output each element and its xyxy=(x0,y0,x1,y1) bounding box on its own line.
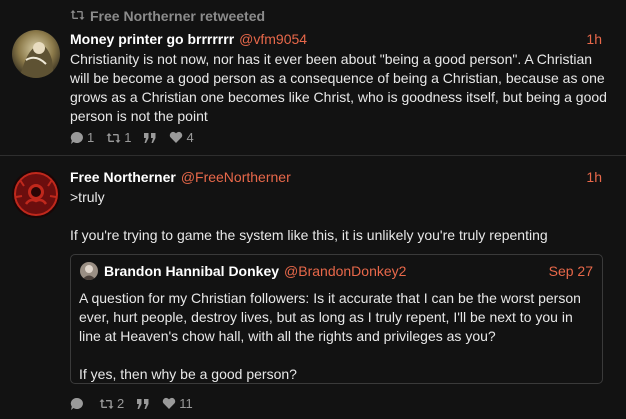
tweet-text: Christianity is not now, nor has it ever… xyxy=(70,51,611,124)
heart-icon xyxy=(162,397,176,410)
quoted-tweet[interactable]: Brandon Hannibal Donkey @BrandonDonkey2 … xyxy=(70,254,603,384)
tweet-divider xyxy=(0,155,626,156)
reply-icon xyxy=(70,131,84,145)
retweet-count: 2 xyxy=(117,396,125,411)
reply-icon xyxy=(70,397,84,411)
author-handle[interactable]: @FreeNortherner xyxy=(181,169,291,185)
avatar[interactable] xyxy=(12,30,60,78)
quote-icon xyxy=(143,132,157,144)
heart-icon xyxy=(169,131,183,144)
retweet-icon xyxy=(106,132,121,144)
quoted-header: Brandon Hannibal Donkey @BrandonDonkey2 xyxy=(104,263,406,279)
retweet-banner[interactable]: Free Northerner retweeted xyxy=(70,8,265,24)
like-count: 11 xyxy=(179,396,193,411)
author-handle[interactable]: @vfm9054 xyxy=(239,31,307,47)
reply-button[interactable] xyxy=(70,397,87,411)
author-name[interactable]: Money printer go brrrrrrr xyxy=(70,31,234,47)
like-button[interactable]: 4 xyxy=(169,130,194,145)
quoted-avatar[interactable] xyxy=(80,262,98,280)
tweet-actions: 2 11 xyxy=(70,396,193,411)
retweet-icon xyxy=(70,8,85,24)
tweet-header: Money printer go brrrrrrr @vfm9054 xyxy=(70,31,307,47)
retweet-banner-text: Free Northerner retweeted xyxy=(90,8,266,24)
retweet-button[interactable]: 1 xyxy=(106,130,131,145)
reply-count: 1 xyxy=(87,130,95,145)
tweet-text: >truly If you're trying to game the syst… xyxy=(70,189,548,243)
like-count: 4 xyxy=(186,130,194,145)
author-name[interactable]: Free Northerner xyxy=(70,169,176,185)
quoted-text: A question for my Christian followers: I… xyxy=(79,290,581,382)
quote-icon xyxy=(136,398,150,410)
tweet-time[interactable]: 1h xyxy=(586,169,602,185)
reply-button[interactable]: 1 xyxy=(70,130,94,145)
timeline: Free Northerner retweeted Money printer … xyxy=(0,0,626,419)
retweet-button[interactable]: 2 xyxy=(99,396,124,411)
quoted-author-name[interactable]: Brandon Hannibal Donkey xyxy=(104,263,279,279)
retweet-icon xyxy=(99,398,114,410)
quote-button[interactable] xyxy=(143,132,157,144)
quote-button[interactable] xyxy=(136,398,150,410)
like-button[interactable]: 11 xyxy=(162,396,193,411)
quoted-time[interactable]: Sep 27 xyxy=(549,263,593,279)
quoted-author-handle[interactable]: @BrandonDonkey2 xyxy=(284,263,406,279)
avatar[interactable] xyxy=(12,170,60,218)
retweet-count: 1 xyxy=(124,130,132,145)
tweet-header: Free Northerner @FreeNortherner xyxy=(70,169,291,185)
tweet-actions: 1 1 4 xyxy=(70,130,194,145)
tweet-time[interactable]: 1h xyxy=(586,31,602,47)
